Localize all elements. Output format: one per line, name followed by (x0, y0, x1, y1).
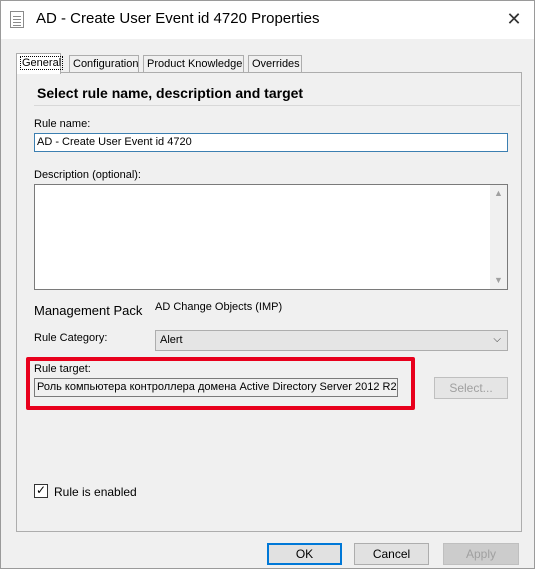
section-header: Select rule name, description and target (37, 85, 304, 101)
description-label: Description (optional): (34, 169, 141, 181)
rule-category-label: Rule Category: (34, 332, 108, 344)
ok-button[interactable]: OK (267, 543, 342, 565)
close-icon[interactable]: ✕ (495, 3, 533, 35)
properties-dialog: AD - Create User Event id 4720 Propertie… (0, 0, 535, 569)
rule-name-label: Rule name: (34, 118, 91, 130)
apply-button[interactable]: Apply (443, 543, 519, 565)
management-pack-label: Management Pack (34, 303, 143, 318)
rule-category-selected: Alert (160, 334, 183, 346)
title-bar: AD - Create User Event id 4720 Propertie… (1, 1, 534, 39)
tab-overrides[interactable]: Overrides (248, 55, 302, 72)
document-icon (10, 11, 24, 28)
tab-configuration[interactable]: Configuration (69, 55, 139, 72)
highlight-box (26, 357, 415, 410)
chevron-down-icon: ⌵ (493, 334, 501, 345)
window-title: AD - Create User Event id 4720 Propertie… (36, 10, 320, 27)
scroll-up-icon[interactable]: ▲ (490, 185, 507, 202)
management-pack-value: AD Change Objects (IMP) (155, 301, 283, 313)
cancel-button[interactable]: Cancel (354, 543, 429, 565)
tab-general[interactable]: General (16, 53, 64, 74)
rule-name-input[interactable]: AD - Create User Event id 4720 (34, 133, 508, 152)
divider (34, 105, 520, 106)
rule-enabled-checkbox[interactable]: ✓ (34, 484, 48, 498)
description-textarea[interactable]: ▲ ▼ (34, 184, 508, 290)
select-target-button[interactable]: Select... (434, 377, 508, 399)
description-scrollbar[interactable]: ▲ ▼ (490, 185, 507, 289)
tab-product-knowledge[interactable]: Product Knowledge (143, 55, 244, 72)
rule-category-select[interactable]: Alert ⌵ (155, 330, 508, 351)
rule-enabled-label: Rule is enabled (54, 485, 137, 499)
scroll-down-icon[interactable]: ▼ (490, 272, 507, 289)
